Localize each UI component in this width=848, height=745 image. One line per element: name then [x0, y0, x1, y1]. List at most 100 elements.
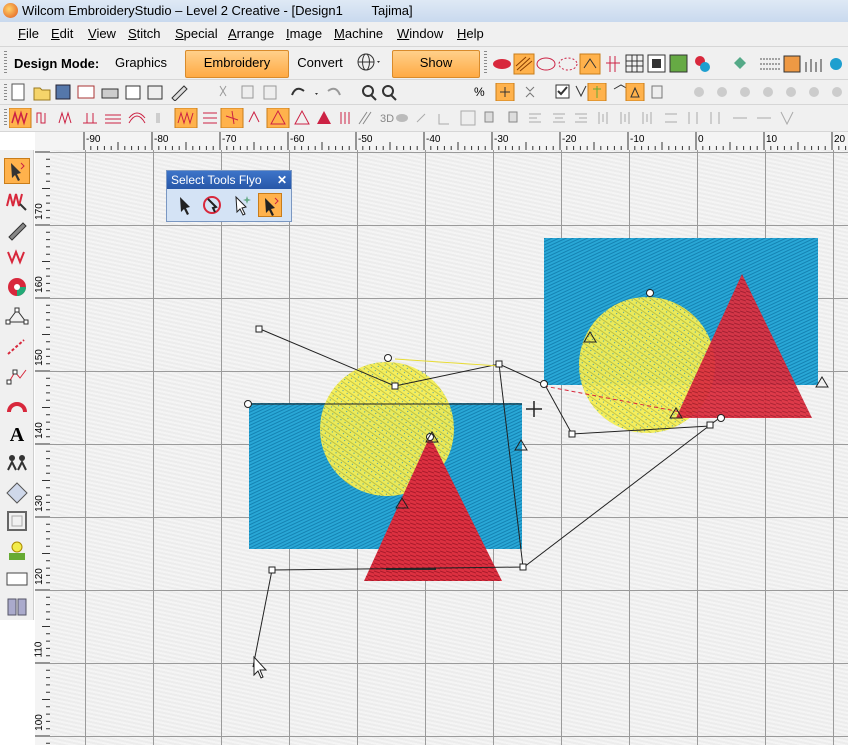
toolbar-grip[interactable]	[4, 109, 7, 127]
menu-stitch[interactable]: Stitch	[128, 26, 161, 41]
funnel-icon[interactable]	[575, 85, 587, 98]
graphics-mode-button[interactable]: Graphics Mode	[96, 50, 186, 94]
align-bottom-icon[interactable]	[642, 112, 652, 124]
split-tool-icon[interactable]	[4, 594, 30, 620]
arrange-icon[interactable]	[780, 111, 794, 126]
corner-icon[interactable]	[438, 114, 449, 125]
stitch-type-toolbar[interactable]	[490, 53, 848, 75]
toolbar-grip[interactable]	[484, 51, 487, 75]
embroidery-mode-button[interactable]: Embroidery Mode	[185, 50, 289, 94]
convert-button[interactable]: Convert	[294, 50, 346, 78]
people-icon[interactable]	[805, 59, 822, 72]
production-worksheet-icon[interactable]	[147, 85, 163, 100]
select-object-icon[interactable]	[172, 193, 196, 217]
lettering-art-icon[interactable]	[4, 244, 30, 270]
sphere-icon[interactable]	[830, 58, 842, 70]
digitize-zigzag-icon[interactable]	[4, 188, 30, 214]
menu-help[interactable]: Help	[457, 26, 484, 41]
align-icon-2[interactable]	[717, 87, 727, 97]
network-icon[interactable]	[734, 57, 746, 69]
close-icon[interactable]: ✕	[277, 171, 287, 189]
align-right-icon[interactable]	[575, 113, 587, 123]
rectangle-tool-icon[interactable]	[4, 566, 30, 592]
space-icon[interactable]	[688, 112, 698, 124]
space-vertical-icon[interactable]	[710, 112, 720, 124]
align-icon-3[interactable]	[740, 87, 750, 97]
run-icon[interactable]	[58, 111, 72, 125]
undo-dropdown-icon[interactable]	[315, 93, 318, 95]
auto-digitize-icon[interactable]	[4, 538, 30, 564]
sequence-icon[interactable]	[651, 85, 663, 99]
line-icon[interactable]	[416, 113, 426, 123]
reshape-tool-icon[interactable]	[4, 304, 30, 330]
team-names-icon[interactable]	[4, 450, 30, 476]
align-icon-6[interactable]	[809, 87, 819, 97]
outline-shape-icon[interactable]	[536, 57, 556, 71]
color-chart-icon[interactable]	[783, 55, 801, 73]
solid-triangle-icon[interactable]	[317, 111, 331, 124]
menu-edit[interactable]: Edit	[51, 26, 73, 41]
align-icon-1[interactable]	[694, 87, 704, 97]
polygon-select-icon[interactable]	[200, 193, 224, 217]
pencil-tool-icon[interactable]	[4, 216, 30, 242]
print-preview-icon[interactable]	[125, 85, 141, 100]
redo-icon[interactable]	[327, 87, 341, 96]
menu-arrange[interactable]: Arrange	[228, 26, 274, 41]
column-fill-icon[interactable]	[340, 112, 350, 124]
show-graphics-button[interactable]: Show Graphics	[392, 50, 480, 94]
group-icon[interactable]	[508, 111, 518, 123]
select-tool-icon[interactable]	[4, 158, 30, 184]
pattern-icon[interactable]	[203, 112, 217, 124]
align-icon-7[interactable]	[832, 87, 842, 97]
export-icon[interactable]	[77, 85, 95, 99]
effects-tools[interactable]: 3D	[9, 108, 848, 128]
blob-icon[interactable]	[396, 114, 408, 122]
view-tools[interactable]	[494, 83, 848, 101]
stitch-player-icon[interactable]	[171, 85, 188, 101]
select-active-icon[interactable]	[258, 193, 282, 217]
text-tool-icon[interactable]: A	[4, 422, 30, 448]
border-icon[interactable]	[4, 508, 30, 534]
cut-icon[interactable]	[219, 85, 227, 97]
align-center-icon[interactable]	[553, 113, 565, 123]
appliqué-tool-icon[interactable]	[4, 392, 30, 418]
paste-icon[interactable]	[263, 85, 277, 100]
satin-icon[interactable]	[36, 112, 46, 124]
align-top-icon[interactable]	[598, 112, 608, 124]
sculpture-icon[interactable]	[358, 111, 372, 125]
stitch-list-icon[interactable]	[760, 58, 780, 70]
save-icon[interactable]	[55, 84, 71, 100]
menu-machine[interactable]: Machine	[334, 26, 383, 41]
flyout-header[interactable]: Select Tools Flyo ✕	[167, 171, 291, 189]
grid-icon[interactable]	[625, 54, 644, 73]
globe-icon[interactable]	[350, 50, 388, 78]
select-point-icon[interactable]	[229, 193, 253, 217]
triple-icon[interactable]	[83, 113, 97, 124]
menu-window[interactable]: Window	[397, 26, 443, 41]
picture-icon[interactable]	[669, 54, 688, 73]
color-wheel-icon[interactable]	[4, 274, 30, 300]
reshape-icon[interactable]	[525, 86, 535, 98]
dashed-shape-icon[interactable]	[558, 57, 578, 71]
column-icon[interactable]	[606, 56, 620, 72]
menu-file[interactable]: File	[18, 26, 39, 41]
lock-icon[interactable]	[484, 111, 494, 123]
monogram-icon[interactable]	[4, 480, 30, 506]
distribute-icon[interactable]	[665, 113, 677, 123]
menu-view[interactable]: View	[88, 26, 116, 41]
print-icon[interactable]	[101, 88, 119, 99]
align-left-icon[interactable]	[529, 113, 541, 123]
menu-special[interactable]: Special	[175, 26, 218, 41]
point-active-icon[interactable]	[579, 53, 601, 75]
3d-label[interactable]: 3D	[380, 113, 394, 125]
open-folder-icon[interactable]	[33, 87, 51, 101]
undo-icon[interactable]	[291, 87, 305, 96]
radial-icon[interactable]	[248, 110, 260, 123]
new-file-icon[interactable]	[11, 83, 25, 101]
standard-tools[interactable]	[10, 83, 400, 101]
layer-icon[interactable]	[460, 110, 476, 126]
design-canvas[interactable]	[50, 150, 848, 745]
triangle-fill-icon[interactable]	[294, 109, 310, 125]
toolbar-grip[interactable]	[4, 51, 7, 75]
copy-icon[interactable]	[241, 85, 254, 99]
